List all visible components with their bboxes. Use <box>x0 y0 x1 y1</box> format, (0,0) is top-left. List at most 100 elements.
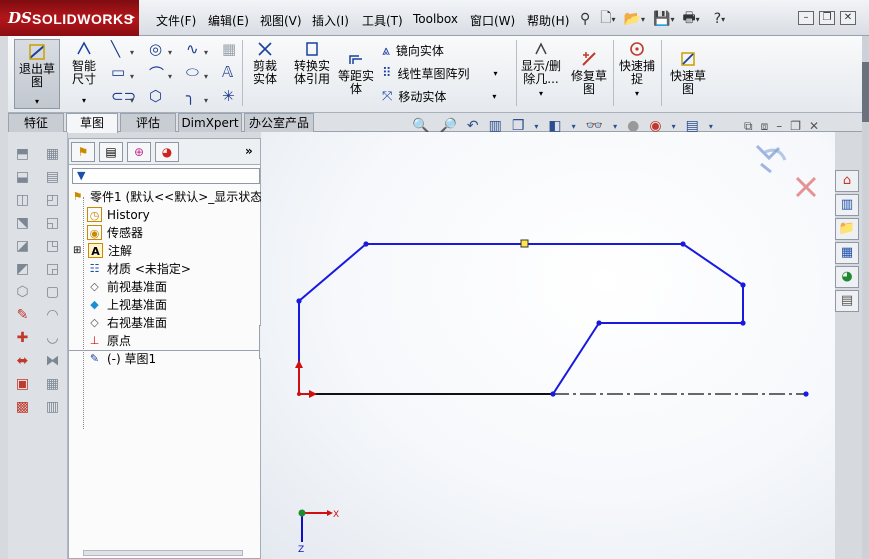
minimize-button[interactable]: – <box>798 11 814 25</box>
tree-item-material[interactable]: ☷ 材质 <未指定> <box>87 260 191 277</box>
viewport-close-icon[interactable]: ✕ <box>809 119 819 133</box>
move-caret-icon[interactable]: ▾ <box>492 92 496 101</box>
graphics-area[interactable]: X Z <box>261 132 835 559</box>
spline-icon[interactable]: ∿ <box>186 40 199 58</box>
design-library-icon[interactable]: 📁 <box>835 218 859 240</box>
midpoint-marker-icon[interactable] <box>520 239 529 248</box>
point-icon[interactable]: ✳ <box>222 87 235 105</box>
trim-entities-button[interactable]: 剪裁实体 <box>245 40 285 110</box>
linear-pattern-caret-icon[interactable]: ▾ <box>494 69 498 78</box>
resources-icon[interactable]: ▥ <box>835 194 859 216</box>
print-icon[interactable]: 🖶 <box>682 7 695 31</box>
menu-toolbox[interactable]: Toolbox <box>413 12 458 26</box>
offset-entities-button[interactable]: 等距实体 <box>336 50 376 110</box>
menu-view[interactable]: 视图(V) <box>260 12 302 29</box>
wrap-icon[interactable]: ▢ <box>44 284 61 301</box>
new-icon[interactable]: 🗋 <box>600 7 611 31</box>
dome-icon[interactable]: ◠ <box>44 307 61 324</box>
cancel-sketch-icon[interactable] <box>795 176 817 198</box>
repair-tool-icon[interactable]: ✚ <box>14 330 31 347</box>
home-icon[interactable]: ⌂ <box>835 170 859 192</box>
blocks-tool-icon[interactable]: ▣ <box>14 376 31 393</box>
tree-item-front-plane[interactable]: ◇ 前视基准面 <box>87 278 167 295</box>
revolve-icon[interactable]: ⬓ <box>14 169 31 186</box>
loft-icon[interactable]: ⬔ <box>14 215 31 232</box>
tree-item-right-plane[interactable]: ◇ 右视基准面 <box>87 314 167 331</box>
close-button[interactable]: ✕ <box>840 11 856 25</box>
ellipse-icon[interactable]: ⬭ <box>186 63 199 81</box>
tab-features[interactable]: 特征 <box>8 113 64 132</box>
menu-file[interactable]: 文件(F) <box>156 12 196 29</box>
pin-icon[interactable]: ⚲ <box>580 11 590 27</box>
show-delete-relations-button[interactable]: 显示/删除几... ▾ <box>518 40 564 110</box>
plane-grid-icon[interactable]: ▦ <box>222 40 236 58</box>
tab-sketch[interactable]: 草图 <box>66 113 118 133</box>
layer-tool-icon[interactable]: ▩ <box>14 399 31 416</box>
property-manager-tab-icon[interactable]: ▤ <box>99 142 123 162</box>
convert-entities-button[interactable]: 转换实体引用 <box>290 40 334 110</box>
boundary-icon[interactable]: ◪ <box>14 238 31 255</box>
open-icon[interactable]: 📂 <box>624 11 641 27</box>
circle-icon[interactable]: ◎ <box>149 40 162 58</box>
face-icon[interactable]: ▤ <box>44 169 61 186</box>
mirror-feature-icon[interactable]: ⧓ <box>44 353 61 370</box>
mirror-entities-button[interactable]: ⩓ 镜向实体 <box>382 42 444 59</box>
custom-properties-icon[interactable]: ▤ <box>835 290 859 312</box>
polygon-icon[interactable]: ⬡ <box>149 87 162 105</box>
save-icon[interactable]: 💾 <box>653 11 670 27</box>
chamfer-icon[interactable]: ◱ <box>44 215 61 232</box>
tree-item-origin[interactable]: ⊥ 原点 <box>87 332 131 349</box>
tree-part[interactable]: ⚑ 零件1 (默认<<默认>_显示状态 <box>70 188 263 205</box>
move-entities-button[interactable]: ⤧ 移动实体 ▾ <box>382 88 496 105</box>
menu-insert[interactable]: 插入(I) <box>312 12 349 29</box>
menu-help[interactable]: 帮助(H) <box>527 12 569 29</box>
table-icon[interactable]: ▦ <box>44 146 61 163</box>
line-icon[interactable]: ╲ <box>111 40 120 58</box>
viewport-minimize-icon[interactable]: – <box>776 119 782 133</box>
rib-icon[interactable]: ◲ <box>44 261 61 278</box>
restore-button[interactable]: ❐ <box>819 11 835 25</box>
rapid-sketch-button[interactable]: 快速草图 <box>667 50 709 110</box>
flex-icon[interactable]: ◡ <box>44 330 61 347</box>
tree-item-sensors[interactable]: ◉ 传感器 <box>87 224 143 241</box>
sketch-points[interactable] <box>296 241 809 397</box>
sketch-tool-icon[interactable]: ✎ <box>14 307 31 324</box>
menu-tools[interactable]: 工具(T) <box>362 12 403 29</box>
menu-window[interactable]: 窗口(W) <box>470 12 515 29</box>
sketch-canvas[interactable]: X Z <box>261 132 835 559</box>
confirm-sketch-icon[interactable] <box>755 144 787 174</box>
tab-office-products[interactable]: 办公室产品 <box>244 113 314 132</box>
rectangle-icon[interactable]: ▭ <box>111 63 125 81</box>
tree-item-sketch1[interactable]: ✎ (-) 草图1 <box>87 350 156 367</box>
appearances-icon[interactable]: ◕ <box>835 266 859 288</box>
menu-edit[interactable]: 编辑(E) <box>208 12 249 29</box>
draft-icon[interactable]: ◳ <box>44 238 61 255</box>
sketch-profile[interactable] <box>298 243 744 395</box>
fillet-feature-icon[interactable]: ◰ <box>44 192 61 209</box>
tree-item-top-plane[interactable]: ◆ 上视基准面 <box>87 296 167 313</box>
repair-sketch-button[interactable]: 修复草图 <box>568 50 610 110</box>
arc-icon[interactable]: ⌒ <box>149 63 164 84</box>
window-grip[interactable] <box>862 62 869 122</box>
grid-feature-icon[interactable]: ▥ <box>44 399 61 416</box>
text-icon[interactable]: 𝔸 <box>222 63 233 81</box>
linear-pattern-button[interactable]: ⠿ 线性草图阵列 ▾ <box>382 65 498 82</box>
tree-filter-input[interactable]: ▼ <box>72 168 260 184</box>
file-explorer-icon[interactable]: ▦ <box>835 242 859 264</box>
shell-icon[interactable]: ⬡ <box>14 284 31 301</box>
relations-tool-icon[interactable]: ⬌ <box>14 353 31 370</box>
tab-evaluate[interactable]: 评估 <box>120 113 176 132</box>
expand-panel-icon[interactable]: » <box>245 144 253 158</box>
help-icon[interactable]: ? <box>714 11 721 27</box>
tree-item-history[interactable]: ◷ History <box>87 206 150 223</box>
cut-icon[interactable]: ◩ <box>14 261 31 278</box>
quick-snaps-button[interactable]: 快速捕捉 ▾ <box>616 40 658 110</box>
pattern-feature-icon[interactable]: ▦ <box>44 376 61 393</box>
exit-sketch-button[interactable]: 退出草图 ▾ <box>14 39 60 109</box>
configuration-tab-icon[interactable]: ⊕ <box>127 142 151 162</box>
tree-item-annotations[interactable]: ⊞ A 注解 <box>73 242 132 259</box>
tree-scrollbar[interactable] <box>83 550 243 556</box>
tab-dimxpert[interactable]: DimXpert <box>178 113 242 132</box>
extrude-icon[interactable]: ⬒ <box>14 146 31 163</box>
expand-icon[interactable]: ⊞ <box>73 245 83 256</box>
